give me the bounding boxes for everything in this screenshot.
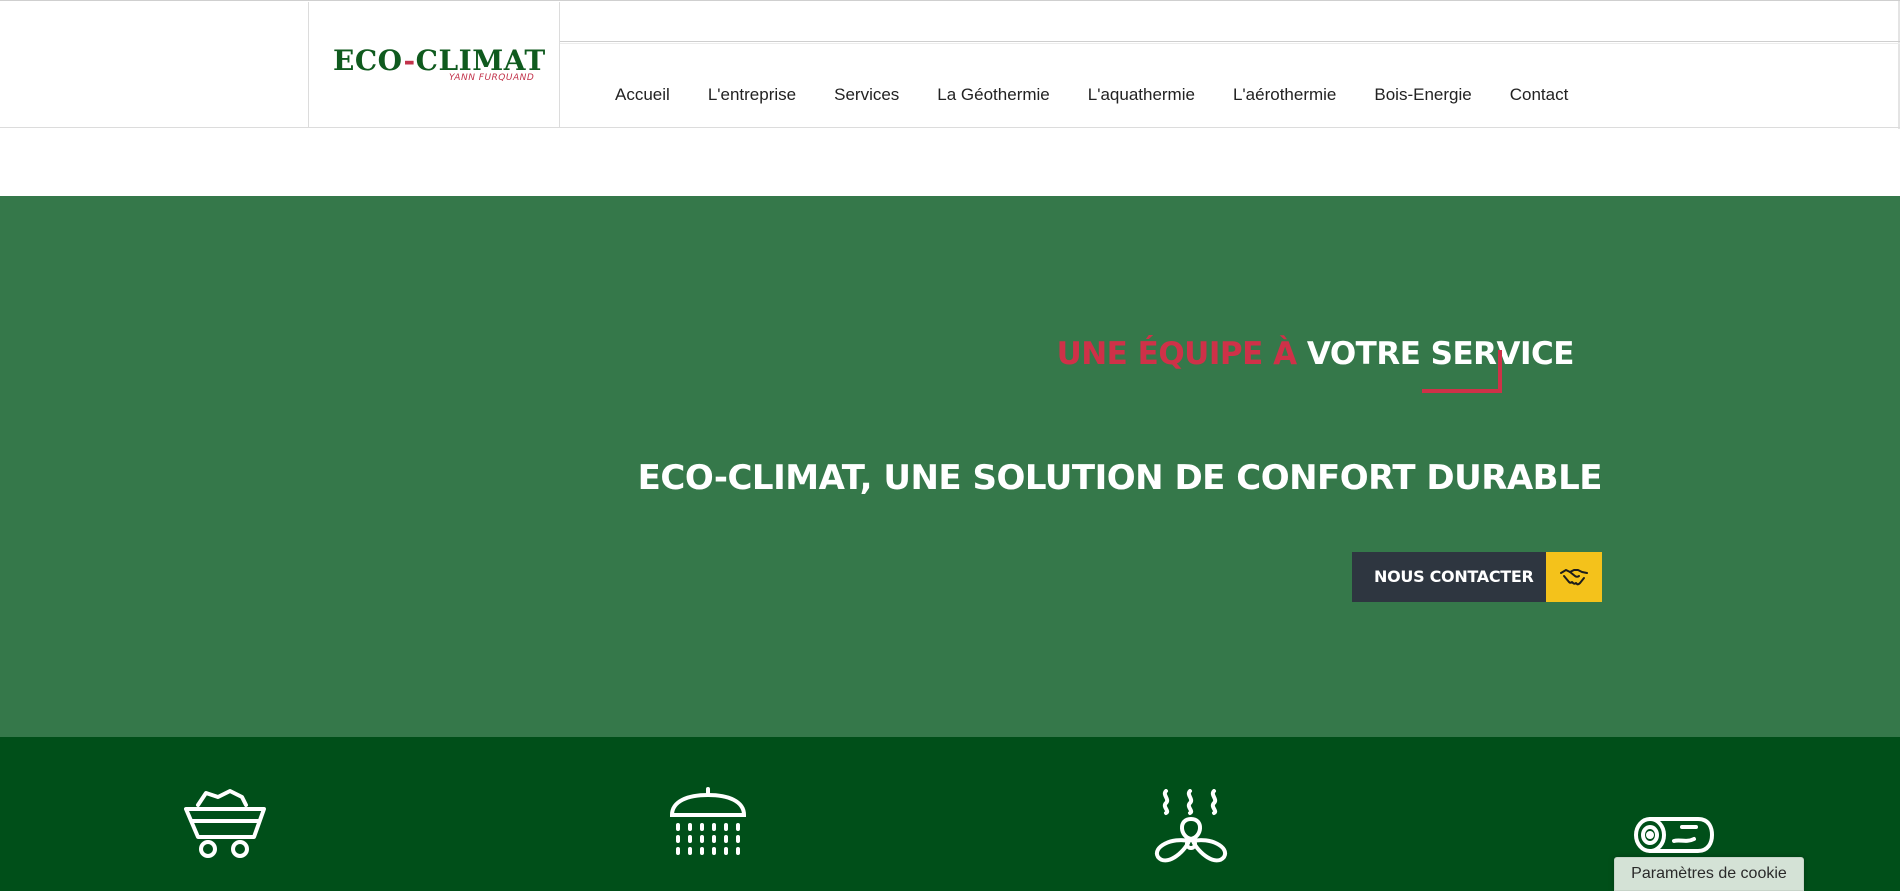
contact-cta-button[interactable]: NOUS CONTACTER [1352,552,1602,602]
site-header: ECO-CLIMAT YANN FURQUAND Accueil L'entre… [0,0,1900,129]
logo[interactable]: ECO-CLIMAT YANN FURQUAND [308,2,560,128]
hero-banner: UNE ÉQUIPE À VOTRE SERVICE ECO-CLIMAT, U… [0,196,1900,737]
nav-bois-energie[interactable]: Bois-Energie [1374,85,1471,105]
logo-dash: - [403,44,416,77]
shower-icon [668,787,748,867]
nav-aerothermie[interactable]: L'aérothermie [1233,85,1336,105]
hero-kicker-red: UNE ÉQUIPE À [1056,336,1298,372]
hero-title: ECO-CLIMAT, UNE SOLUTION DE CONFORT DURA… [637,458,1603,498]
nav-contact[interactable]: Contact [1510,85,1569,105]
nav-aquathermie[interactable]: L'aquathermie [1088,85,1195,105]
header-top-divider-shadow [560,43,1900,44]
cta-label[interactable]: NOUS CONTACTER [1352,552,1546,602]
nav-accueil[interactable]: Accueil [615,85,670,105]
coal-cart-icon [184,787,266,863]
wood-log-icon [1634,815,1714,859]
header-top-divider [560,41,1900,42]
main-nav: Accueil L'entreprise Services La Géother… [615,85,1606,105]
cookie-settings-button[interactable]: Paramètres de cookie [1614,857,1804,891]
nav-geothermie[interactable]: La Géothermie [937,85,1049,105]
kicker-bracket-decoration [1422,350,1502,393]
handshake-icon[interactable] [1546,552,1602,602]
logo-subtitle: YANN FURQUAND [449,73,535,83]
nav-entreprise[interactable]: L'entreprise [708,85,796,105]
header-bottom-divider [0,127,1900,128]
heat-fan-icon [1152,789,1230,873]
nav-services[interactable]: Services [834,85,899,105]
logo-part-1: ECO [333,44,404,77]
